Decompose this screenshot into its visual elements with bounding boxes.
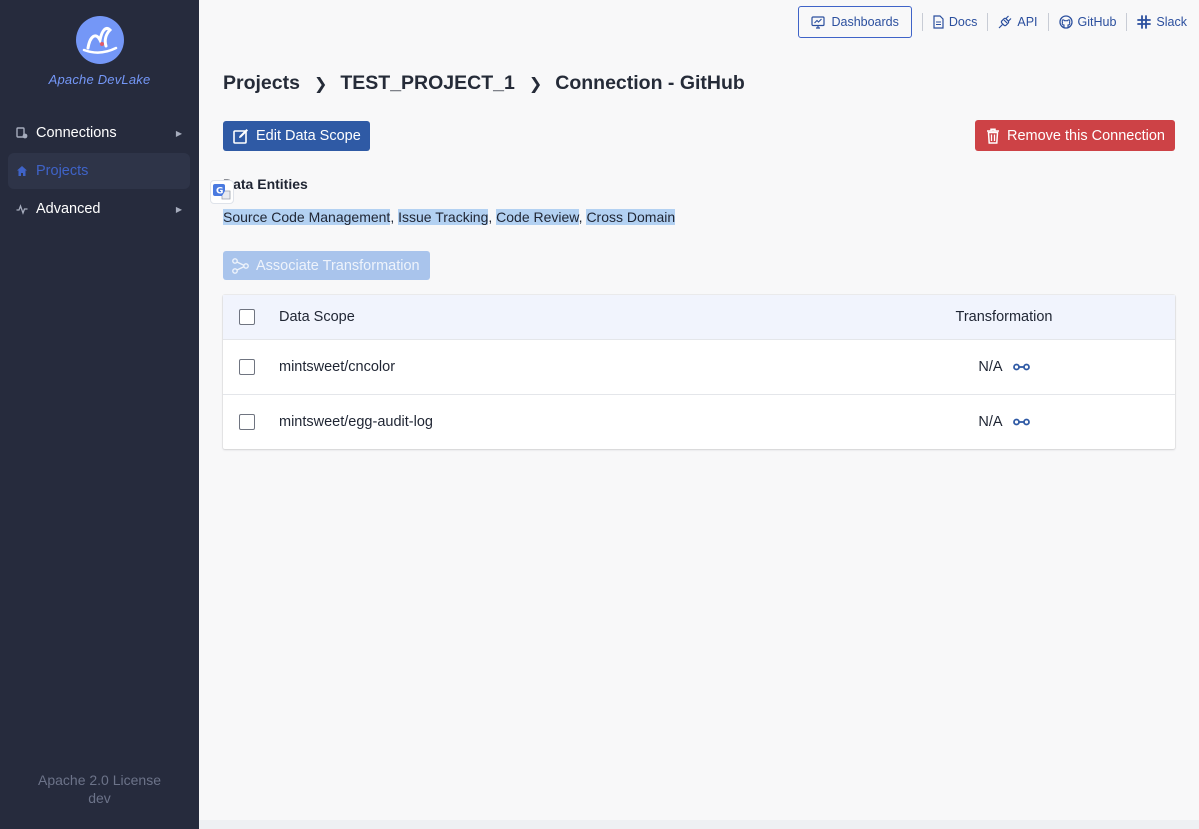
row-checkbox[interactable] <box>239 414 255 430</box>
translate-icon[interactable]: G <box>210 180 234 204</box>
sidebar: Apache DevLake Connections ▶ Projects Ad… <box>0 0 199 829</box>
top-links-bar: Dashboards Docs API GitHub Slack <box>798 6 1187 38</box>
breadcrumb: Projects ❯ TEST_PROJECT_1 ❯ Connection -… <box>223 72 745 95</box>
license-text: Apache 2.0 License <box>38 772 161 788</box>
entity-item: Code Review <box>496 209 579 225</box>
breadcrumb-project[interactable]: TEST_PROJECT_1 <box>340 72 514 95</box>
dashboards-label: Dashboards <box>831 15 899 29</box>
associate-transformation-label: Associate Transformation <box>256 257 420 274</box>
data-entities-list: Source Code Management, Issue Tracking, … <box>223 209 676 225</box>
transformation-cell: N/A <box>839 414 1169 430</box>
chevron-right-icon: ❯ <box>528 75 543 93</box>
docs-link[interactable]: Docs <box>923 15 987 29</box>
pulse-icon <box>16 203 28 215</box>
data-entities-title: Data Entities <box>223 176 308 192</box>
chevron-right-icon: ❯ <box>313 75 328 93</box>
sidebar-footer: Apache 2.0 License dev <box>0 771 199 807</box>
home-icon <box>16 165 28 177</box>
devlake-logo-icon <box>75 16 124 64</box>
monitor-icon <box>811 15 826 29</box>
slack-label: Slack <box>1156 15 1187 29</box>
docs-label: Docs <box>948 15 978 29</box>
row-checkbox[interactable] <box>239 359 255 375</box>
transformation-cell: N/A <box>839 359 1169 375</box>
branch-icon <box>232 257 249 274</box>
remove-connection-button[interactable]: Remove this Connection <box>975 120 1175 151</box>
sidebar-item-label: Advanced <box>36 201 101 217</box>
github-icon <box>1058 15 1073 29</box>
entity-separator: , <box>488 209 497 225</box>
transformation-value: N/A <box>978 414 1003 430</box>
table-row: mintsweet/egg-audit-log N/A <box>223 394 1175 449</box>
caret-right-icon: ▶ <box>175 128 182 138</box>
sidebar-item-projects[interactable]: Projects <box>8 153 190 189</box>
edit-icon <box>233 128 249 144</box>
table-row: mintsweet/cncolor N/A <box>223 339 1175 394</box>
api-link[interactable]: API <box>988 15 1047 29</box>
version-text: dev <box>88 790 111 806</box>
column-header-transformation: Transformation <box>955 309 1053 325</box>
entity-item: Cross Domain <box>586 209 676 225</box>
entity-separator: , <box>390 209 399 225</box>
data-scope-cell: mintsweet/egg-audit-log <box>279 414 433 430</box>
github-link[interactable]: GitHub <box>1049 15 1127 29</box>
edit-data-scope-button[interactable]: Edit Data Scope <box>223 121 370 151</box>
associate-transformation-button[interactable]: Associate Transformation <box>223 251 430 280</box>
link-transformation-icon[interactable] <box>1012 363 1030 371</box>
sidebar-nav: Connections ▶ Projects Advanced ▶ <box>8 115 190 229</box>
brand-name: Apache DevLake <box>48 72 151 87</box>
trash-icon <box>986 127 1000 144</box>
dashboards-button[interactable]: Dashboards <box>798 6 912 38</box>
caret-right-icon: ▶ <box>175 204 182 214</box>
page-title: Connection - GitHub <box>555 72 745 94</box>
sidebar-item-label: Projects <box>36 163 89 179</box>
sidebar-item-advanced[interactable]: Advanced ▶ <box>8 191 190 227</box>
sidebar-item-label: Connections <box>36 125 117 141</box>
plug-icon <box>998 15 1012 29</box>
transformation-value: N/A <box>978 359 1003 375</box>
slack-icon <box>1137 15 1152 29</box>
remove-connection-label: Remove this Connection <box>1007 127 1165 144</box>
connections-icon <box>16 127 28 139</box>
document-icon <box>933 15 944 29</box>
entity-item: Source Code Management <box>223 209 391 225</box>
column-header-data-scope: Data Scope <box>279 309 355 325</box>
select-all-checkbox[interactable] <box>239 309 255 325</box>
sidebar-item-connections[interactable]: Connections ▶ <box>8 115 190 151</box>
brand-logo[interactable]: Apache DevLake <box>0 16 199 87</box>
data-scope-cell: mintsweet/cncolor <box>279 359 396 375</box>
slack-link[interactable]: Slack <box>1127 15 1187 29</box>
breadcrumb-projects[interactable]: Projects <box>223 72 300 95</box>
edit-data-scope-label: Edit Data Scope <box>256 128 361 144</box>
bottom-strip <box>199 820 1199 829</box>
github-label: GitHub <box>1077 15 1117 29</box>
api-label: API <box>1017 15 1038 29</box>
entity-item: Issue Tracking <box>398 209 489 225</box>
table-header: Data Scope Transformation <box>223 295 1175 339</box>
svg-text:G: G <box>216 187 223 197</box>
link-transformation-icon[interactable] <box>1012 418 1030 426</box>
data-scope-table: Data Scope Transformation mintsweet/cnco… <box>223 295 1175 449</box>
